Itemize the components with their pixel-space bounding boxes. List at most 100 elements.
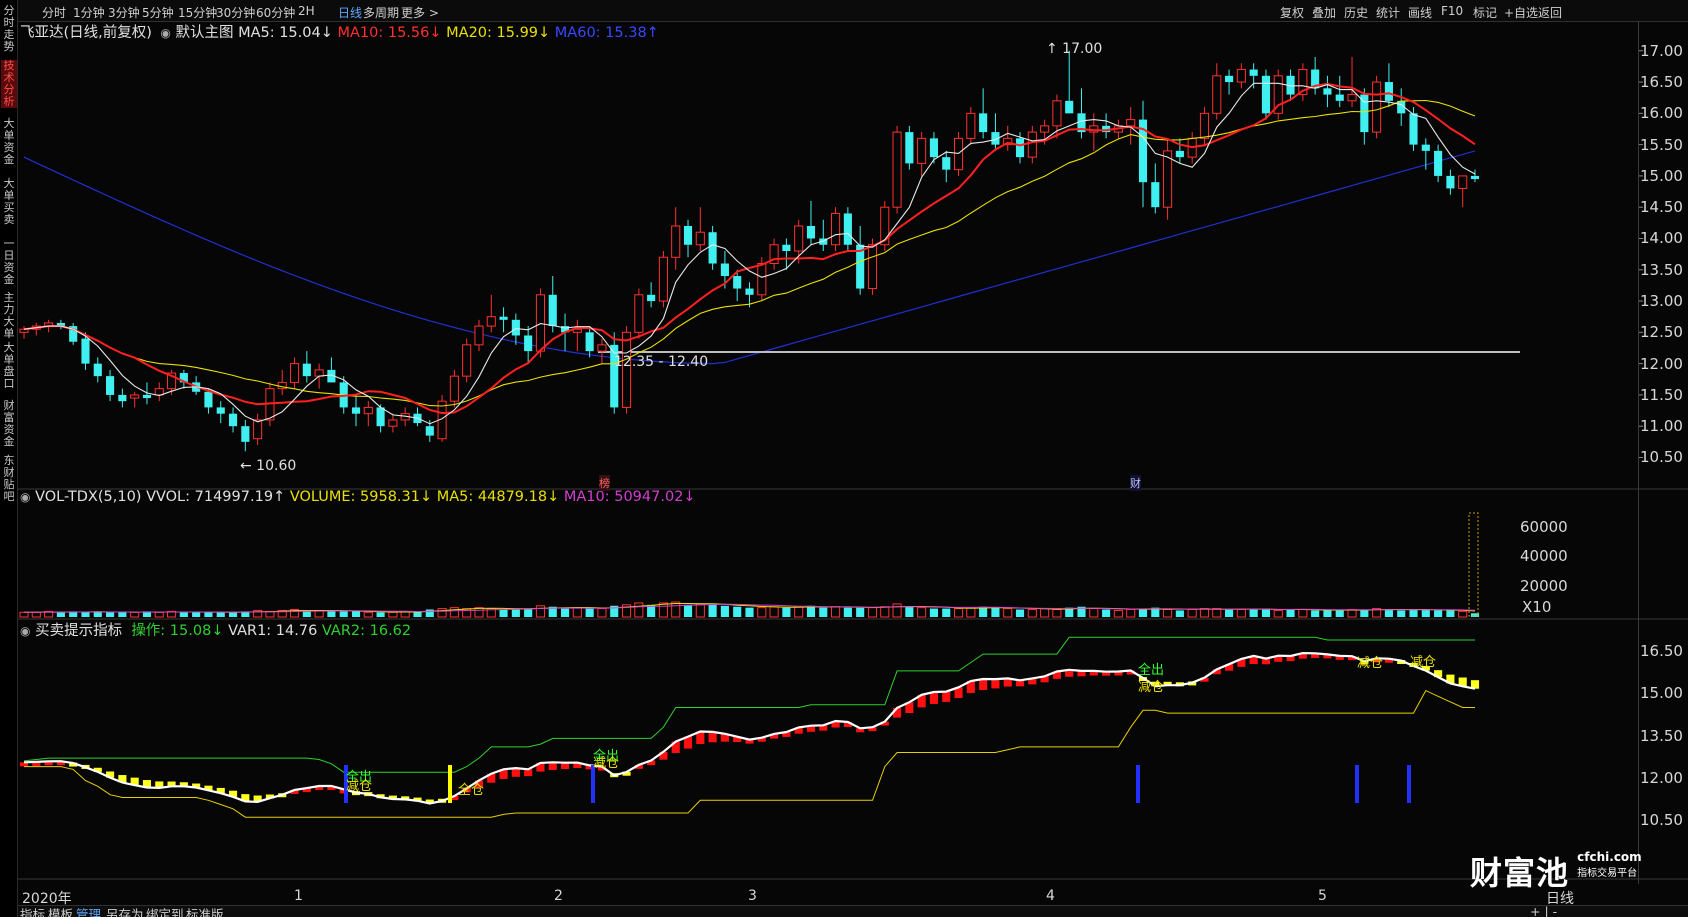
volume-bar (720, 605, 729, 617)
date-label: 3 (748, 888, 757, 904)
volume-bar (597, 608, 607, 618)
ma5-value: MA5: 15.04↓ (238, 25, 333, 41)
template-label[interactable]: 默认主图 (175, 25, 233, 41)
bottom-tab-5[interactable]: 绑定到 (146, 904, 184, 917)
candle (1102, 113, 1111, 139)
var2-value: VAR2: 16.62 (321, 623, 412, 639)
event-marker-2[interactable]: 财 (1130, 475, 1141, 491)
volume-bar (339, 611, 348, 617)
indicator-tick: 12.00 (1640, 768, 1683, 787)
volume-bar (1003, 608, 1013, 618)
candle (819, 219, 828, 251)
candle (1027, 125, 1037, 164)
candle (351, 394, 361, 427)
ma10-line (23, 82, 1476, 415)
candle (647, 282, 656, 308)
volume-bar (1113, 609, 1123, 618)
price-tick: 12.50 (1640, 323, 1683, 342)
volume-bar (1199, 608, 1210, 618)
volume-bar (585, 608, 594, 617)
signal-bar (979, 678, 988, 691)
settings-icon[interactable]: ◉ (157, 26, 170, 40)
volume-bar (929, 608, 939, 617)
volume-bar (192, 612, 201, 617)
candle (1199, 107, 1210, 145)
candle (1212, 63, 1222, 120)
volume-bar (1236, 609, 1246, 618)
candle (277, 369, 287, 395)
candle (695, 207, 705, 251)
bottom-tab-4[interactable]: 另存为 (106, 904, 144, 917)
volume-bar (572, 607, 582, 618)
zoom-controls[interactable]: + | - (1530, 904, 1557, 917)
signal-label: 减仓 (346, 779, 373, 794)
ma10-value: MA10: 15.56↓ (337, 25, 442, 41)
volume-bar (179, 612, 188, 617)
volume-bar (511, 609, 520, 617)
volume-bar (1089, 608, 1099, 618)
volume-bar (228, 612, 238, 617)
bottom-tab-2[interactable]: 模板 (48, 904, 73, 917)
candle (905, 125, 914, 170)
settings-icon[interactable]: ◉ (20, 490, 30, 504)
indicator-name[interactable]: 买卖提示指标 (35, 623, 122, 639)
candle (1065, 50, 1074, 114)
volume-bar (1273, 609, 1283, 618)
settings-icon[interactable]: ◉ (20, 624, 30, 638)
candle (327, 357, 336, 383)
volume-bar (1298, 609, 1308, 618)
volume-bar (560, 608, 570, 617)
bottom-tab-3[interactable]: 管理 (76, 904, 101, 917)
candle (1372, 75, 1382, 139)
indicator-tick: 16.50 (1640, 642, 1683, 661)
high-label: ↑ 17.00 (1046, 41, 1103, 57)
candle (1470, 169, 1480, 183)
volume-bar (1040, 608, 1050, 618)
candle (1323, 75, 1332, 108)
candle (979, 88, 988, 139)
date-label: 1 (294, 888, 303, 904)
volume-bar (106, 612, 115, 617)
volume-bar (1446, 610, 1455, 617)
ma60-value: MA60: 15.38↑ (554, 25, 659, 41)
stock-title[interactable]: 飞亚达(日线,前复权) (20, 25, 152, 41)
volume-bar (56, 612, 65, 617)
candle (106, 369, 115, 402)
volume-bar (1434, 610, 1443, 617)
candle (449, 369, 459, 408)
indicator-legend: ◉ 买卖提示指标 操作: 15.08↓ VAR1: 14.76 VAR2: 16… (20, 619, 411, 640)
candle (1446, 169, 1455, 195)
var1-value: VAR1: 14.76 (228, 623, 318, 639)
vol-ma10-value: MA10: 50947.02↓ (563, 489, 696, 505)
volume-bar (118, 612, 127, 617)
volume-bar (966, 607, 976, 618)
candle (917, 132, 927, 176)
bottom-tab-1[interactable]: 指标 (20, 904, 45, 917)
volume-bar (733, 606, 742, 617)
candle (572, 319, 582, 352)
main-legend: 飞亚达(日线,前复权) ◉ 默认主图 MA5: 15.04↓ MA10: 15.… (20, 21, 659, 42)
event-marker-1[interactable]: 榜 (599, 475, 610, 491)
volume-bar (388, 611, 398, 618)
candle (130, 391, 140, 408)
date-label: 2 (554, 888, 563, 904)
candle (1273, 69, 1283, 120)
vol-indicator-name[interactable]: VOL-TDX(5,10) (35, 489, 141, 505)
bottom-tab-6[interactable]: 标准版 (186, 904, 224, 917)
volume-bar (130, 611, 140, 618)
trading-window: { "left_sidebar": ["分时走势","技术分析","大单资金",… (0, 0, 1688, 917)
candle (708, 225, 717, 270)
watermark-brand: 财富池 (1470, 854, 1570, 892)
volume-bar (831, 606, 841, 618)
volume-bar (1347, 609, 1357, 618)
volume-bar (819, 607, 828, 617)
candle (683, 219, 693, 258)
candle (953, 132, 964, 176)
candle (1347, 57, 1357, 108)
volume-bar (867, 607, 878, 618)
volume-bar (953, 608, 964, 618)
volume-bar (81, 612, 90, 617)
volume-bar (363, 611, 373, 618)
signal-label: 减仓 (1410, 655, 1437, 670)
candle (1225, 69, 1234, 95)
